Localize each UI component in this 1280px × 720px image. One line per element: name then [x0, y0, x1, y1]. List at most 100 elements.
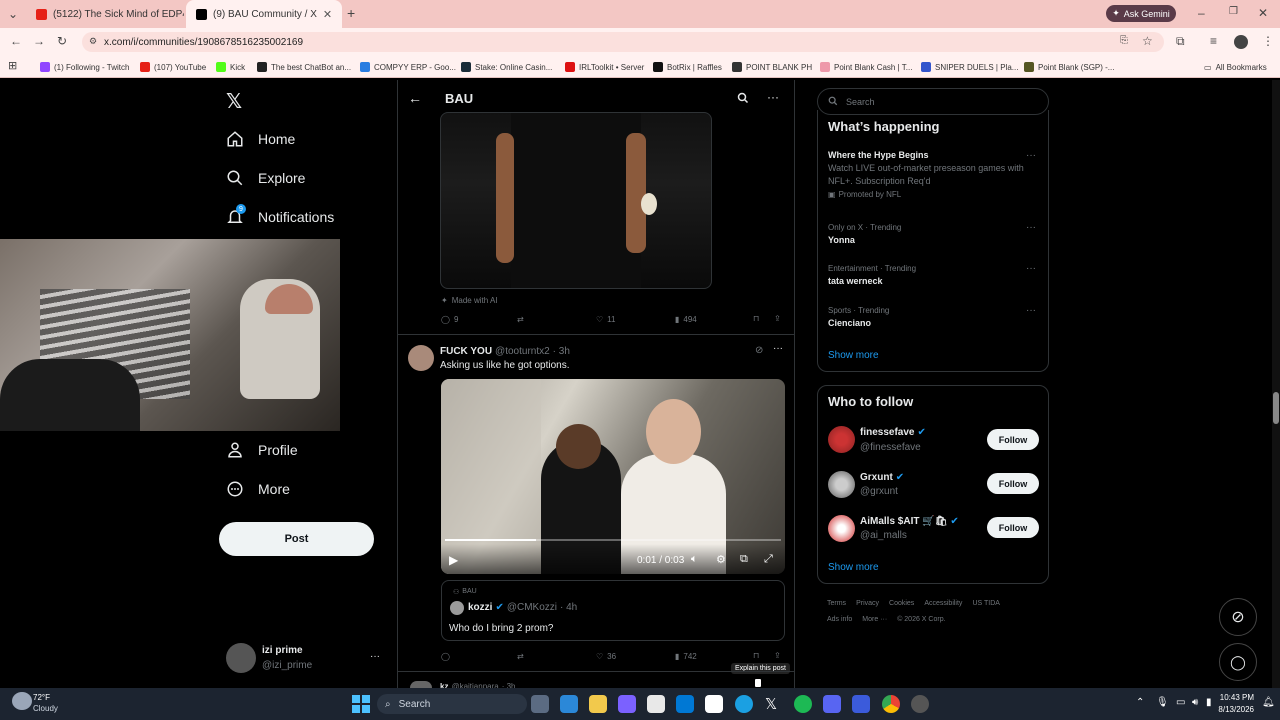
suggestion-avatar[interactable]	[828, 515, 855, 542]
minimize-icon[interactable]: –	[1198, 6, 1205, 20]
share-button[interactable]: ⇪	[774, 651, 781, 660]
taskbar-search[interactable]: ⌕ Search	[377, 694, 527, 714]
microphone-icon[interactable]: 🎙︎	[1156, 697, 1169, 708]
tab-search-icon[interactable]: ⌄	[8, 7, 18, 21]
follow-button[interactable]: Follow	[987, 473, 1039, 494]
search-icon[interactable]	[737, 91, 749, 109]
app-icon[interactable]	[618, 695, 636, 713]
weather-icon[interactable]	[12, 692, 32, 710]
fullscreen-icon[interactable]: ⤢	[764, 553, 773, 566]
messages-icon[interactable]: ◯	[1219, 643, 1257, 681]
nav-more[interactable]: More	[226, 476, 290, 502]
profile-avatar-icon[interactable]	[1234, 35, 1248, 49]
app-icon[interactable]	[911, 695, 929, 713]
bookmark-pointblank-ph[interactable]: POINT BLANK PH	[732, 60, 812, 74]
new-tab-icon[interactable]: +	[347, 5, 355, 21]
trend-item[interactable]: Sports · Trending Cienciano	[828, 306, 889, 328]
reply-button[interactable]: ◯ 9	[441, 315, 458, 324]
notifications-icon[interactable]: 🔔︎	[1262, 697, 1275, 708]
address-bar[interactable]: x.com/i/communities/1908678516235002169	[82, 32, 1164, 52]
bookmark-compyy[interactable]: COMPYY ERP - Goo...	[360, 60, 456, 74]
account-menu-icon[interactable]: ···	[370, 651, 380, 662]
footer-link[interactable]: Terms	[827, 600, 846, 607]
tab-youtube[interactable]: (5122) The Sick Mind of EDP445 ✕	[26, 0, 184, 28]
bookmark-pointblank-sgp[interactable]: Point Blank (SGP) -...	[1024, 60, 1114, 74]
author-avatar[interactable]	[410, 681, 432, 688]
user-avatar[interactable]	[226, 643, 256, 673]
clock-date[interactable]: 8/13/2026	[1214, 705, 1254, 714]
quoted-post[interactable]: ⚇ BAU kozzi ✔ @CMKozzi · 4h Who do I brin…	[441, 580, 785, 641]
grok-icon[interactable]: ⊘	[755, 345, 763, 356]
follow-button[interactable]: Follow	[987, 517, 1039, 538]
author-handle[interactable]: @tooturntx2	[495, 346, 550, 357]
window-close-icon[interactable]: ✕	[1258, 6, 1268, 20]
reload-icon[interactable]: ↻	[57, 34, 67, 48]
repost-button[interactable]: ⇄	[517, 652, 524, 661]
trend-item-promoted[interactable]: Where the Hype Begins Watch LIVE out-of-…	[828, 150, 1042, 199]
chrome-icon[interactable]	[882, 695, 900, 713]
volume-icon[interactable]: 🔈︎	[691, 553, 698, 566]
close-icon[interactable]: ✕	[323, 8, 332, 21]
clock-time[interactable]: 10:43 PM	[1214, 693, 1254, 702]
trend-more-icon[interactable]: ···	[1026, 222, 1036, 233]
bookmark-button[interactable]: ⊓	[753, 314, 759, 323]
network-icon[interactable]: ▭	[1176, 697, 1185, 708]
windows-start-icon[interactable]	[352, 695, 370, 713]
repost-button[interactable]: ⇄	[517, 315, 524, 324]
like-button[interactable]: ♡ 36	[596, 652, 616, 661]
post-button[interactable]: Post	[219, 522, 374, 556]
suggestion-name[interactable]: Grxunt ✔	[860, 472, 904, 483]
follow-button[interactable]: Follow	[987, 429, 1039, 450]
bookmark-star-icon[interactable]: ☆	[1142, 34, 1153, 48]
footer-link[interactable]: US TIDA	[972, 600, 1000, 607]
battery-icon[interactable]: ▮	[1206, 697, 1212, 708]
trend-more-icon[interactable]: ···	[1026, 263, 1036, 274]
post-more-icon[interactable]: ···	[773, 343, 783, 354]
spotify-icon[interactable]	[794, 695, 812, 713]
volume-icon[interactable]: 🔊︎	[1192, 697, 1198, 708]
site-info-icon[interactable]: ⚙	[89, 36, 97, 47]
tab-x-community[interactable]: (9) BAU Community / X ✕	[186, 0, 342, 28]
bookmark-botrix[interactable]: BotRix | Raffles	[653, 60, 722, 74]
store-icon[interactable]	[560, 695, 578, 713]
bookmark-youtube[interactable]: (107) YouTube	[140, 60, 206, 74]
footer-link[interactable]: Privacy	[856, 600, 879, 607]
bookmark-twitch[interactable]: (1) Following - Twitch	[40, 60, 129, 74]
task-view-icon[interactable]	[531, 695, 549, 713]
nav-profile[interactable]: Profile	[226, 437, 298, 463]
back-icon[interactable]: ←	[10, 34, 22, 48]
maximize-icon[interactable]: ❐	[1229, 6, 1238, 17]
file-explorer-icon[interactable]	[589, 695, 607, 713]
views-button[interactable]: ▮ 494	[675, 315, 697, 324]
media-icon[interactable]: ≡	[1210, 34, 1217, 48]
bookmark-button[interactable]: ⊓	[753, 651, 759, 660]
reply-button[interactable]: ◯	[441, 652, 450, 661]
trend-item[interactable]: Entertainment · Trending tata werneck	[828, 264, 916, 286]
post-image[interactable]	[440, 112, 712, 289]
footer-link[interactable]: More ···	[862, 616, 887, 623]
edge-icon[interactable]	[735, 695, 753, 713]
bookmark-irltoolkit[interactable]: IRLToolkit • Server	[565, 60, 644, 74]
show-more-link[interactable]: Show more	[828, 562, 879, 573]
app-icon[interactable]	[647, 695, 665, 713]
author-name[interactable]: FUCK YOU	[440, 346, 492, 357]
app-icon[interactable]	[705, 695, 723, 713]
scrollbar-thumb[interactable]	[1273, 392, 1279, 424]
forward-icon[interactable]: →	[33, 34, 45, 48]
video-progress-track[interactable]	[445, 539, 781, 541]
x-app-icon[interactable]: 𝕏	[765, 695, 777, 713]
play-icon[interactable]: ▶	[449, 553, 458, 567]
settings-icon[interactable]: ⚙	[716, 553, 726, 566]
trend-more-icon[interactable]: ···	[1026, 305, 1036, 316]
bookmark-kick[interactable]: Kick	[216, 60, 245, 74]
footer-link[interactable]: Accessibility	[924, 600, 962, 607]
share-button[interactable]: ⇪	[774, 314, 781, 323]
nav-notifications[interactable]: 9 Notifications	[226, 204, 334, 230]
more-options-icon[interactable]: ···	[767, 90, 779, 104]
views-button[interactable]: ▮ 742	[675, 652, 697, 661]
like-button[interactable]: ♡ 11	[596, 315, 615, 324]
tray-chevron-icon[interactable]: ⌃	[1136, 697, 1144, 708]
extensions-icon[interactable]: ⧉	[1176, 34, 1185, 49]
grok-icon[interactable]: ⊘	[1219, 598, 1257, 636]
show-more-link[interactable]: Show more	[828, 350, 879, 361]
